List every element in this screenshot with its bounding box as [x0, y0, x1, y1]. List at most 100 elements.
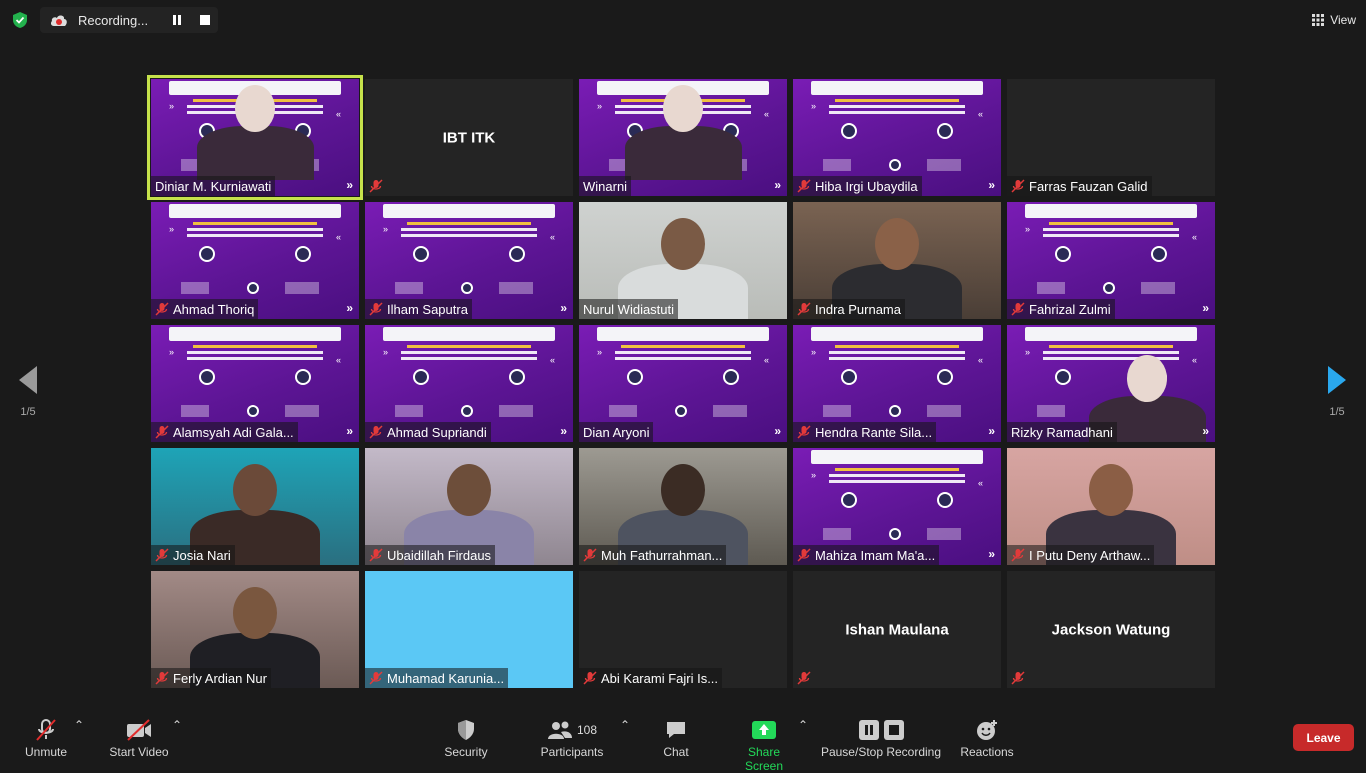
participant-tile[interactable]: »«Ahmad Thoriq»	[151, 202, 359, 319]
participant-tile[interactable]: IBT ITK	[365, 79, 573, 196]
stop-recording-icon[interactable]	[200, 15, 210, 25]
participant-name-display: IBT ITK	[365, 129, 573, 146]
name-label	[1007, 668, 1033, 688]
view-button[interactable]: View	[1312, 9, 1356, 31]
more-options-icon[interactable]: »	[988, 424, 995, 438]
recording-label: Recording...	[78, 13, 148, 28]
participant-name: Ahmad Thoriq	[173, 302, 254, 317]
security-button[interactable]: Security	[440, 718, 492, 759]
muted-mic-icon	[369, 425, 383, 439]
participant-tile[interactable]: Josia Nari	[151, 448, 359, 565]
participant-name: Rizky Ramadhani	[1011, 425, 1113, 440]
participant-name: Muh Fathurrahman...	[601, 548, 722, 563]
participant-tile[interactable]: Farras Fauzan Galid	[1007, 79, 1215, 196]
more-options-icon[interactable]: »	[346, 424, 353, 438]
participant-name: Josia Nari	[173, 548, 231, 563]
muted-mic-icon	[155, 671, 169, 685]
more-options-icon[interactable]: »	[988, 547, 995, 561]
participant-name: Muhamad Karunia...	[387, 671, 504, 686]
name-label: Ahmad Supriandi	[365, 422, 491, 442]
left-arrow-icon[interactable]	[19, 366, 37, 394]
name-label: Fahrizal Zulmi	[1007, 299, 1115, 319]
participant-name: Dian Aryoni	[583, 425, 649, 440]
more-options-icon[interactable]: »	[774, 178, 781, 192]
chat-label: Chat	[655, 745, 697, 759]
more-options-icon[interactable]: »	[346, 301, 353, 315]
right-arrow-icon[interactable]	[1328, 366, 1346, 394]
participant-tile[interactable]: Ubaidillah Firdaus	[365, 448, 573, 565]
participant-tile[interactable]: »«Hendra Rante Sila...»	[793, 325, 1001, 442]
muted-mic-icon	[797, 302, 811, 316]
chat-button[interactable]: Chat	[655, 718, 697, 759]
page-indicator-right: 1/5	[1322, 406, 1352, 418]
start-video-button[interactable]: Start Video	[106, 718, 172, 759]
participant-tile[interactable]: »«Diniar M. Kurniawati»	[151, 79, 359, 196]
more-options-icon[interactable]: »	[774, 424, 781, 438]
muted-mic-icon	[797, 425, 811, 439]
participant-name-display: Ishan Maulana	[793, 621, 1001, 638]
participant-tile[interactable]: »«Alamsyah Adi Gala...»	[151, 325, 359, 442]
participant-tile[interactable]: »«Rizky Ramadhani»	[1007, 325, 1215, 442]
participant-name: Mahiza Imam Ma'a...	[815, 548, 935, 563]
participant-tile[interactable]: Muhamad Karunia...	[365, 571, 573, 688]
participant-tile[interactable]: »«Fahrizal Zulmi»	[1007, 202, 1215, 319]
muted-mic-icon	[797, 548, 811, 562]
share-options-caret[interactable]: ⌃	[798, 718, 808, 732]
name-label: Mahiza Imam Ma'a...	[793, 545, 939, 565]
pause-stop-recording-button[interactable]: Pause/Stop Recording	[820, 718, 942, 759]
participant-tile[interactable]: »«Ilham Saputra»	[365, 202, 573, 319]
participant-tile[interactable]: I Putu Deny Arthaw...	[1007, 448, 1215, 565]
participants-icon	[547, 720, 573, 740]
participant-tile[interactable]: Muh Fathurrahman...	[579, 448, 787, 565]
muted-mic-icon	[369, 179, 383, 193]
participant-tile[interactable]: Ishan Maulana	[793, 571, 1001, 688]
participant-name: Hiba Irgi Ubaydila	[815, 179, 918, 194]
leave-button[interactable]: Leave	[1293, 724, 1354, 751]
participant-tile[interactable]: Nurul Widiastuti	[579, 202, 787, 319]
name-label	[365, 176, 391, 196]
participant-name: Winarni	[583, 179, 627, 194]
participant-tile[interactable]: »«Dian Aryoni»	[579, 325, 787, 442]
participant-tile[interactable]: Jackson Watung	[1007, 571, 1215, 688]
participants-count: 108	[577, 723, 597, 737]
share-screen-button[interactable]: Share Screen	[728, 718, 800, 773]
participant-name: Ilham Saputra	[387, 302, 468, 317]
muted-mic-icon	[155, 302, 169, 316]
reactions-button[interactable]: Reactions	[958, 718, 1016, 759]
video-camera-off-icon	[125, 719, 153, 741]
unmute-button[interactable]: Unmute	[20, 718, 72, 759]
name-label: Abi Karami Fajri Is...	[579, 668, 722, 688]
prev-page-nav[interactable]: 1/5	[13, 366, 43, 418]
muted-mic-icon	[583, 548, 597, 562]
name-label: Ilham Saputra	[365, 299, 472, 319]
video-options-caret[interactable]: ⌃	[172, 718, 182, 732]
pause-recording-icon[interactable]	[172, 15, 182, 25]
muted-mic-icon	[1011, 179, 1025, 193]
audio-options-caret[interactable]: ⌃	[74, 718, 84, 732]
share-screen-label: Share Screen	[728, 745, 800, 773]
more-options-icon[interactable]: »	[346, 178, 353, 192]
more-options-icon[interactable]: »	[560, 301, 567, 315]
participant-tile[interactable]: Ferly Ardian Nur	[151, 571, 359, 688]
participant-name: Alamsyah Adi Gala...	[173, 425, 294, 440]
muted-mic-icon	[369, 548, 383, 562]
more-options-icon[interactable]: »	[560, 424, 567, 438]
more-options-icon[interactable]: »	[1202, 424, 1209, 438]
participant-tile[interactable]: »«Hiba Irgi Ubaydila»	[793, 79, 1001, 196]
more-options-icon[interactable]: »	[988, 178, 995, 192]
participants-button[interactable]: 108 Participants	[536, 718, 608, 759]
more-options-icon[interactable]: »	[1202, 301, 1209, 315]
muted-mic-icon	[583, 671, 597, 685]
participant-tile[interactable]: Indra Purnama	[793, 202, 1001, 319]
participant-tile[interactable]: »«Ahmad Supriandi»	[365, 325, 573, 442]
shield-icon[interactable]	[11, 11, 29, 29]
participant-name: Ahmad Supriandi	[387, 425, 487, 440]
name-label: Hendra Rante Sila...	[793, 422, 936, 442]
name-label: Ahmad Thoriq	[151, 299, 258, 319]
participant-tile[interactable]: »«Winarni»	[579, 79, 787, 196]
participant-tile[interactable]: »«Mahiza Imam Ma'a...»	[793, 448, 1001, 565]
participants-options-caret[interactable]: ⌃	[620, 718, 630, 732]
next-page-nav[interactable]: 1/5	[1322, 366, 1352, 418]
participant-tile[interactable]: Abi Karami Fajri Is...	[579, 571, 787, 688]
grid-view-icon	[1312, 14, 1324, 26]
